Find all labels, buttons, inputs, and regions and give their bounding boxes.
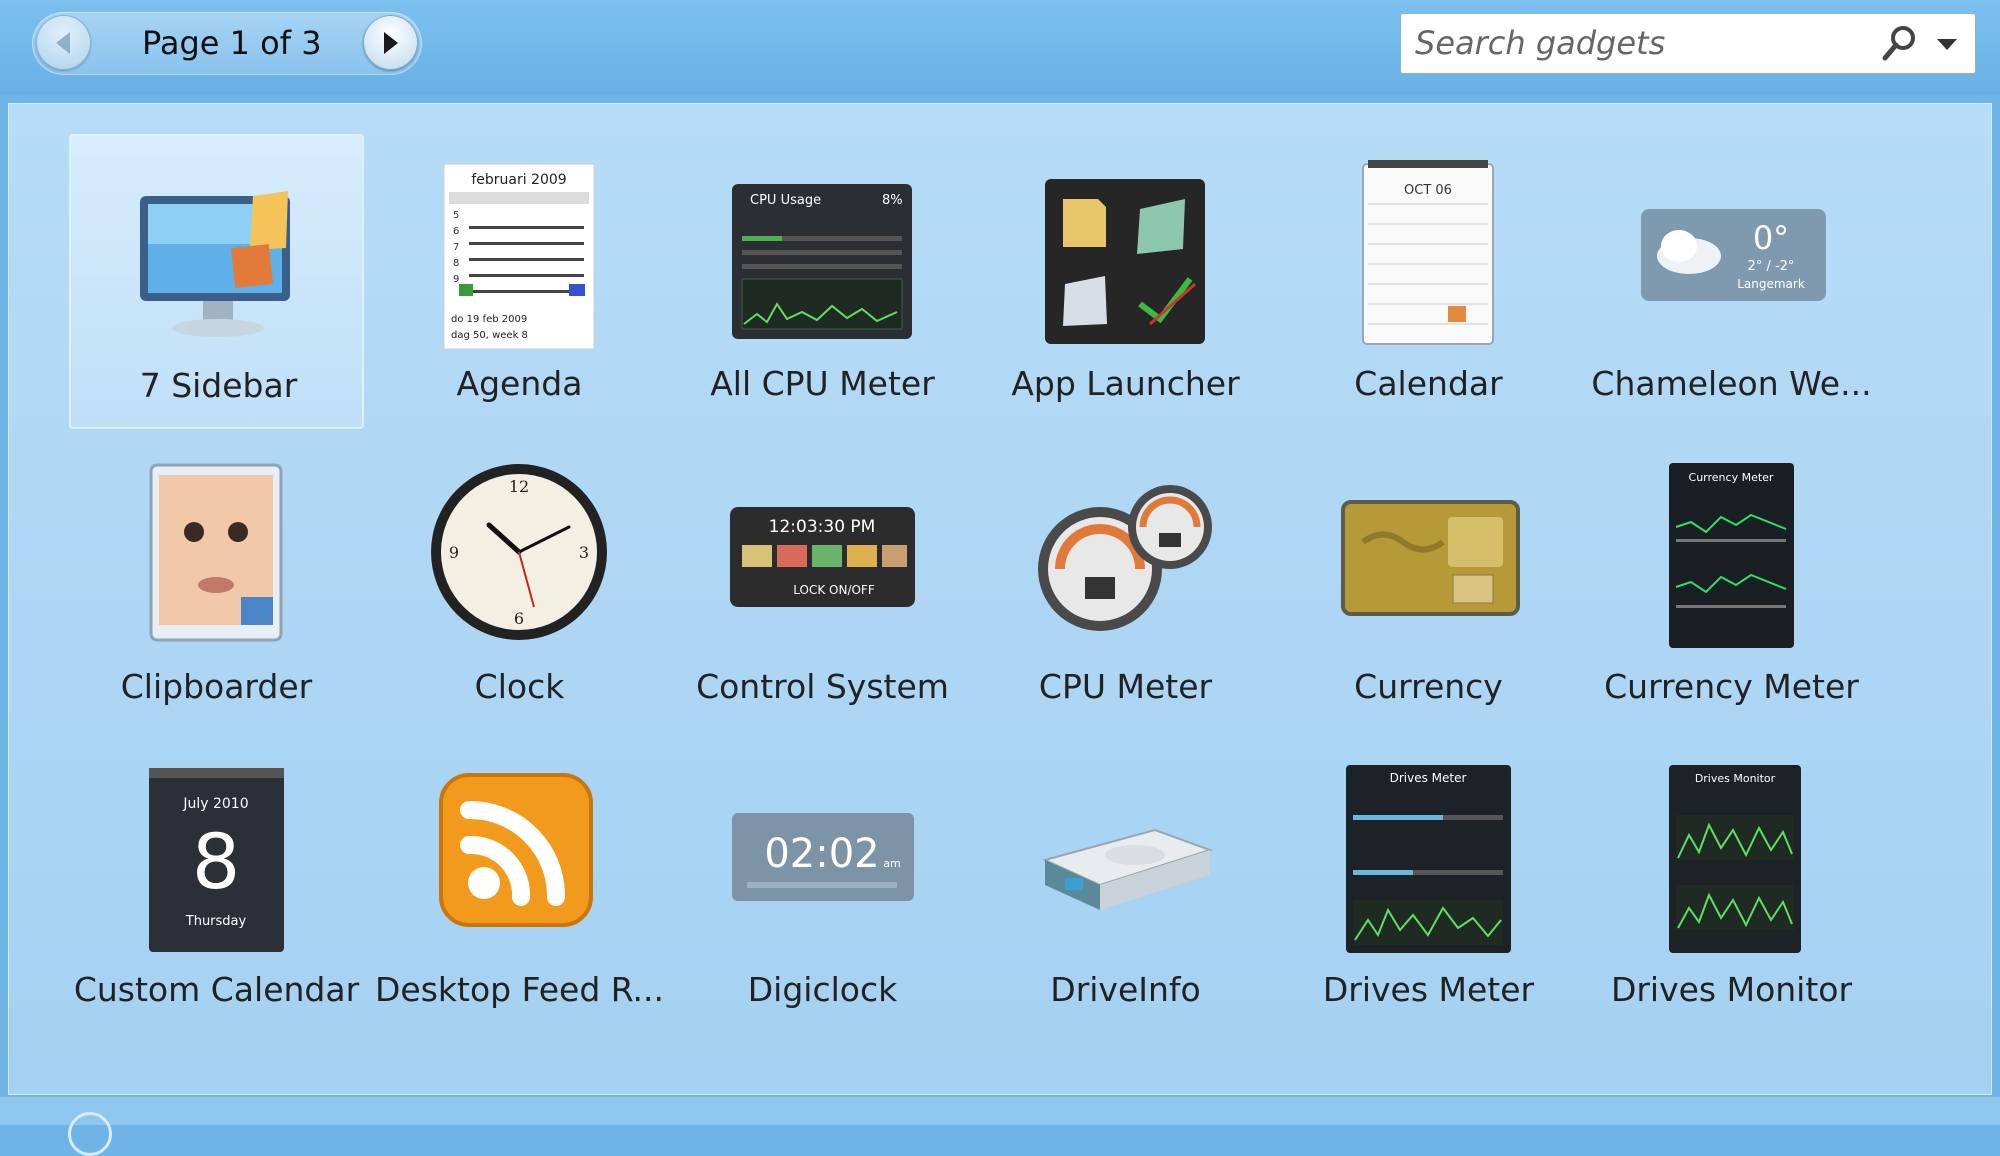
weather-place: Langemark <box>1737 277 1805 291</box>
svg-text:7: 7 <box>453 242 459 253</box>
svg-text:6: 6 <box>453 226 459 237</box>
svg-text:9: 9 <box>453 274 459 285</box>
cpu-usage-icon: CPU Usage 8% <box>732 184 912 339</box>
control-time: 12:03:30 PM <box>769 517 876 537</box>
custom-calendar-day: 8 <box>192 817 240 906</box>
svg-text:5: 5 <box>453 210 459 221</box>
custom-calendar-month: July 2010 <box>182 796 248 812</box>
gadget-label: Custom Calendar <box>73 970 360 1009</box>
calendar-month: OCT 06 <box>1404 183 1452 198</box>
gadget-7-sidebar[interactable]: 7 Sidebar <box>69 134 364 429</box>
gadget-label: Calendar <box>1354 364 1503 403</box>
weather-temp: 0° <box>1753 219 1789 257</box>
bottom-bar <box>0 1097 2000 1125</box>
gadget-driveinfo[interactable]: DriveInfo <box>978 740 1273 1035</box>
arrow-right-icon <box>384 32 398 54</box>
drives-monitor-title: Drives Monitor <box>1695 772 1776 785</box>
search-box <box>1400 13 1976 74</box>
gadget-custom-calendar[interactable]: July 2010 8 Thursday Custom Calendar <box>69 740 364 1035</box>
cpu-meter-gauge-icon <box>1038 485 1212 631</box>
svg-text:9: 9 <box>449 543 459 562</box>
gadget-label: Clock <box>474 667 565 706</box>
gadget-label: 7 Sidebar <box>139 366 298 405</box>
drives-meter-icon: Drives Meter <box>1346 765 1511 953</box>
gadget-label: Agenda <box>456 364 583 403</box>
gadget-label: App Launcher <box>1011 364 1240 403</box>
gadget-label: Chameleon We... <box>1591 364 1872 403</box>
digital-clock-icon: 02:02 am <box>732 813 914 901</box>
drives-meter-title: Drives Meter <box>1390 771 1467 785</box>
drives-monitor-icon: Drives Monitor <box>1669 765 1801 953</box>
gadget-label: Drives Monitor <box>1610 970 1853 1009</box>
chevron-down-icon[interactable] <box>1927 24 1967 64</box>
gadget-calendar[interactable]: OCT 06 Calendar <box>1281 134 1576 429</box>
toolbar: Page 1 of 3 <box>0 0 2000 95</box>
gadget-label: Clipboarder <box>120 667 313 706</box>
agenda-month: februari 2009 <box>471 172 566 188</box>
gadget-clipboarder[interactable]: Clipboarder <box>69 437 364 732</box>
custom-calendar-icon: July 2010 8 Thursday <box>149 768 284 952</box>
clipboarder-icon <box>149 463 283 642</box>
hard-drive-icon <box>1042 828 1214 910</box>
gadget-app-launcher[interactable]: App Launcher <box>978 134 1273 429</box>
svg-text:3: 3 <box>579 543 589 562</box>
gadget-drives-monitor[interactable]: Drives Monitor Drives Monitor <box>1584 740 1879 1035</box>
search-icon[interactable] <box>1877 22 1921 66</box>
gadget-label: CPU Meter <box>1038 667 1213 706</box>
gadget-cpu-meter[interactable]: CPU Meter <box>978 437 1273 732</box>
gadget-label: Digiclock <box>747 970 898 1009</box>
custom-calendar-weekday: Thursday <box>185 914 247 929</box>
weather-range: 2° / -2° <box>1748 259 1795 274</box>
monitor-sidebar-icon <box>140 191 290 337</box>
next-page-button[interactable] <box>363 15 418 70</box>
page-indicator: Page 1 of 3 <box>142 24 322 62</box>
gadget-currency[interactable]: Currency <box>1281 437 1576 732</box>
gadget-label: Currency <box>1354 667 1503 706</box>
rss-feed-icon <box>439 773 593 927</box>
control-lock: LOCK ON/OFF <box>793 583 875 597</box>
agenda-footer-date: do 19 feb 2009 <box>451 314 527 325</box>
agenda-footer-week: dag 50, week 8 <box>451 330 528 341</box>
weather-icon: 0° 2° / -2° Langemark <box>1641 209 1826 301</box>
previous-page-button[interactable] <box>36 15 91 70</box>
calendar-icon: OCT 06 <box>1362 160 1494 345</box>
gadget-label: Control System <box>696 667 949 706</box>
gadget-currency-meter[interactable]: Currency Meter Currency Meter <box>1584 437 1879 732</box>
gadget-gallery: 7 Sidebar februari 2009 5 6 7 8 9 do 19 feb … <box>8 103 1992 1095</box>
gadget-label: Desktop Feed R... <box>374 970 665 1009</box>
cpu-value: 8% <box>882 193 903 208</box>
currency-meter-icon: Currency Meter <box>1669 463 1794 648</box>
currency-meter-title: Currency Meter <box>1689 471 1774 484</box>
arrow-left-icon <box>56 32 70 54</box>
currency-card-icon <box>1341 500 1520 616</box>
svg-text:8: 8 <box>453 258 459 269</box>
details-toggle-icon[interactable] <box>68 1112 112 1156</box>
digiclock-time: 02:02 <box>764 831 879 877</box>
gadget-chameleon-weather[interactable]: 0° 2° / -2° Langemark Chameleon We... <box>1584 134 1879 429</box>
app-launcher-icon <box>1045 179 1205 344</box>
gadget-label: All CPU Meter <box>710 364 935 403</box>
gadget-clock[interactable]: 12 3 6 9 Clock <box>372 437 667 732</box>
cpu-title: CPU Usage <box>750 193 821 208</box>
gadget-control-system[interactable]: 12:03:30 PM LOCK ON/OFF Control System <box>675 437 970 732</box>
control-system-icon: 12:03:30 PM LOCK ON/OFF <box>730 507 915 607</box>
gadget-label: DriveInfo <box>1050 970 1201 1009</box>
digiclock-ampm: am <box>883 857 900 870</box>
svg-text:6: 6 <box>514 609 524 628</box>
gadget-all-cpu-meter[interactable]: CPU Usage 8% All CPU Meter <box>675 134 970 429</box>
gadget-label: Drives Meter <box>1322 970 1535 1009</box>
search-input[interactable] <box>1413 20 1857 66</box>
svg-text:12: 12 <box>509 477 529 496</box>
analog-clock-icon: 12 3 6 9 <box>431 464 607 640</box>
gadget-digiclock[interactable]: 02:02 am Digiclock <box>675 740 970 1035</box>
gadget-desktop-feed-reader[interactable]: Desktop Feed R... <box>372 740 667 1035</box>
gadget-label: Currency Meter <box>1604 667 1859 706</box>
gadget-drives-meter[interactable]: Drives Meter Drives Meter <box>1281 740 1576 1035</box>
pager: Page 1 of 3 <box>32 12 422 75</box>
agenda-calendar-icon: februari 2009 5 6 7 8 9 do 19 feb 2009 dag 5… <box>443 163 595 350</box>
gadget-agenda[interactable]: februari 2009 5 6 7 8 9 do 19 feb 2009 dag 5… <box>372 134 667 429</box>
